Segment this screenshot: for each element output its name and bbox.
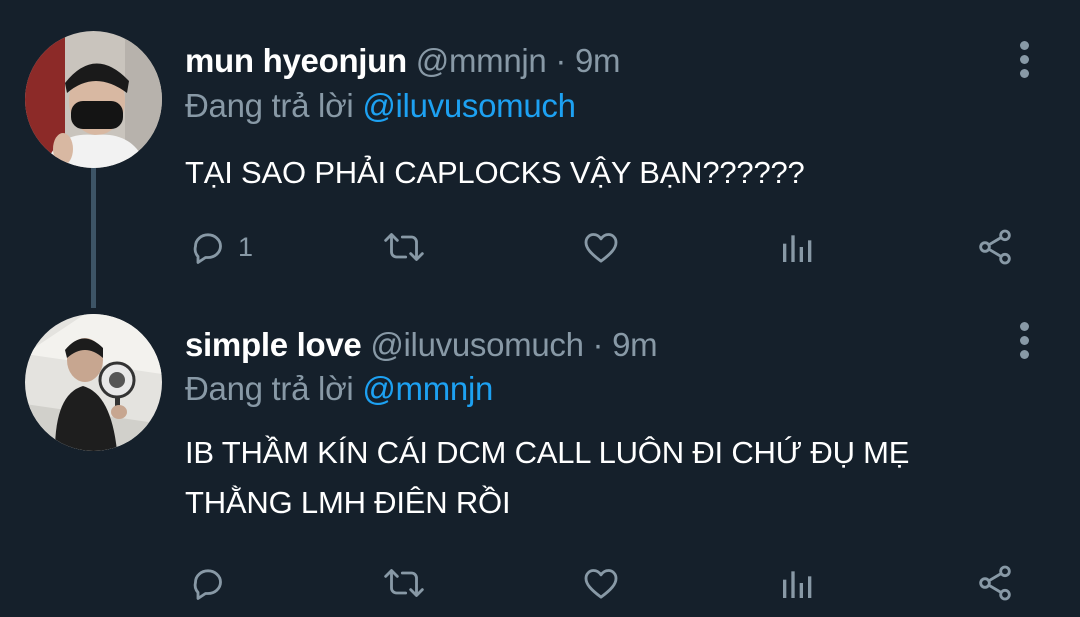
analytics-button[interactable] [778,225,818,269]
mention-link[interactable]: @mmnjn [362,370,493,407]
avatar[interactable] [25,31,162,168]
more-options-icon[interactable] [1016,322,1032,364]
share-button[interactable] [975,225,1015,269]
avatar[interactable] [25,314,162,451]
retweet-icon [382,563,426,603]
display-name[interactable]: simple love [185,326,362,363]
action-bar: 1 [0,225,1080,269]
tweet[interactable]: mun hyeonjun @mmnjn · 9m Đang trả lời @i… [0,0,1080,305]
analytics-icon [778,227,818,267]
reply-count: 1 [238,231,254,262]
tweet-header: mun hyeonjun @mmnjn · 9m [185,42,620,80]
analytics-icon [778,563,818,603]
share-icon [975,227,1015,267]
replying-to-line: Đang trả lời @mmnjn [185,370,493,408]
action-bar [0,561,1080,605]
tweet-text: TẠI SAO PHẢI CAPLOCKS VẬY BẠN?????? [185,148,805,198]
separator-dot: · [555,42,567,79]
display-name[interactable]: mun hyeonjun [185,42,407,79]
analytics-button[interactable] [778,561,818,605]
replying-to-line: Đang trả lời @iluvusomuch [185,87,576,125]
tweet-header: simple love @iluvusomuch · 9m [185,326,658,364]
tweet[interactable]: simple love @iluvusomuch · 9m Đang trả l… [0,305,1080,617]
reply-button[interactable] [188,561,238,605]
mention-link[interactable]: @iluvusomuch [362,87,576,124]
retweet-button[interactable] [382,561,426,605]
like-icon [581,227,621,267]
like-button[interactable] [581,561,621,605]
separator-dot: · [592,326,604,363]
tweet-text-line: THẰNG LMH ĐIÊN RỒI [185,485,511,520]
reply-button[interactable]: 1 [188,225,253,269]
timestamp[interactable]: 9m [612,326,658,363]
replying-prefix: Đang trả lời [185,87,354,124]
more-options-icon[interactable] [1016,41,1032,83]
retweet-button[interactable] [382,225,426,269]
replying-prefix: Đang trả lời [185,370,354,407]
like-button[interactable] [581,225,621,269]
share-button[interactable] [975,561,1015,605]
user-handle[interactable]: @iluvusomuch [370,326,584,363]
like-icon [581,563,621,603]
timestamp[interactable]: 9m [575,42,621,79]
tweet-text: IB THẦM KÍN CÁI DCM CALL LUÔN ĐI CHỨ ĐỤ … [185,428,909,528]
reply-icon [188,563,228,603]
user-handle[interactable]: @mmnjn [416,42,547,79]
share-icon [975,563,1015,603]
retweet-icon [382,227,426,267]
reply-icon [188,227,228,267]
tweet-text-line: TẠI SAO PHẢI CAPLOCKS VẬY BẠN?????? [185,155,805,190]
tweet-text-line: IB THẦM KÍN CÁI DCM CALL LUÔN ĐI CHỨ ĐỤ … [185,435,910,470]
